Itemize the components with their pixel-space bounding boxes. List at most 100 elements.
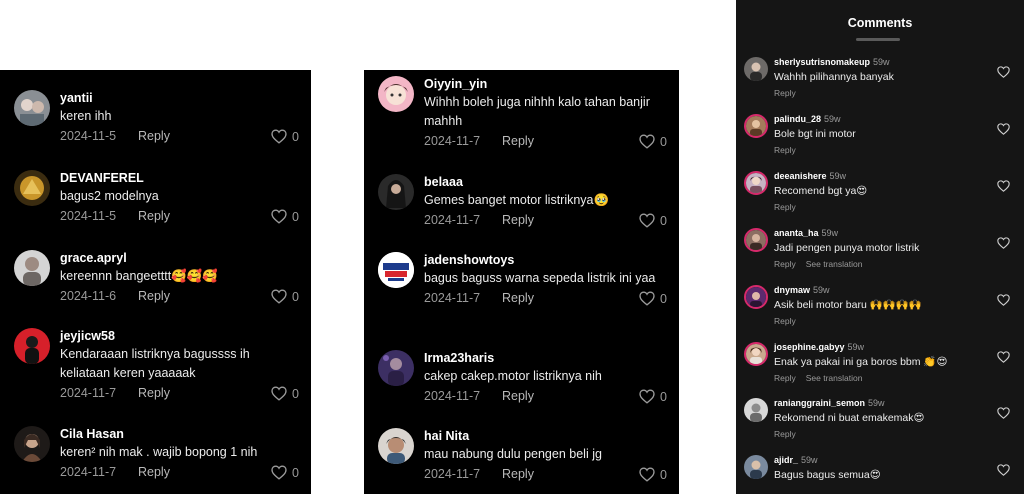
user-avatar[interactable]: [744, 455, 768, 479]
comment-text: Asik beli motor baru 🙌🙌🙌🙌: [774, 299, 922, 311]
reply-button[interactable]: Reply: [502, 389, 534, 403]
reply-button[interactable]: Reply: [138, 209, 170, 223]
reply-button[interactable]: Reply: [502, 213, 534, 227]
comment-username[interactable]: yantii: [60, 90, 299, 106]
comment-username[interactable]: jadenshowtoys: [424, 252, 667, 268]
comment-username[interactable]: sherlysutrisnomakeup: [774, 57, 870, 67]
comment-time: 59w: [801, 455, 818, 465]
comment-username[interactable]: DEVANFEREL: [60, 170, 299, 186]
comment-username[interactable]: Oiyyin_yin: [424, 76, 667, 92]
comment-date: 2024-11-5: [60, 129, 117, 143]
comment-date: 2024-11-7: [424, 291, 481, 305]
comment-text: Bole bgt ini motor: [774, 128, 856, 140]
comment-text: Recomend bgt ya😍: [774, 185, 868, 197]
heart-icon[interactable]: [997, 123, 1010, 135]
comment-username[interactable]: belaaa: [424, 174, 667, 190]
reply-button[interactable]: Reply: [502, 467, 534, 481]
user-avatar[interactable]: [744, 398, 768, 422]
like-button[interactable]: 0: [271, 289, 299, 304]
comment-username[interactable]: palindu_28: [774, 114, 821, 124]
user-avatar[interactable]: [378, 428, 414, 464]
see-translation-link[interactable]: See translation: [806, 373, 863, 383]
heart-icon[interactable]: [997, 407, 1010, 419]
comment-date: 2024-11-5: [60, 209, 117, 223]
heart-icon[interactable]: [997, 180, 1010, 192]
like-button[interactable]: 0: [639, 389, 667, 404]
comment-username[interactable]: grace.apryl: [60, 250, 299, 266]
comment-date: 2024-11-7: [424, 389, 481, 403]
reply-button[interactable]: Reply: [138, 465, 170, 479]
comment-username[interactable]: ranianggraini_semon: [774, 398, 865, 408]
comment-text: keren ihh: [60, 109, 112, 123]
comment-text: kereennn bangeetttt🥰🥰🥰: [60, 269, 218, 283]
user-avatar[interactable]: [744, 342, 768, 366]
reply-button[interactable]: Reply: [774, 88, 796, 98]
heart-icon: [639, 291, 655, 306]
like-button[interactable]: 0: [271, 386, 299, 401]
reply-button[interactable]: Reply: [774, 373, 796, 383]
like-count: 0: [660, 291, 667, 306]
reply-button[interactable]: Reply: [774, 202, 796, 212]
user-avatar[interactable]: [378, 252, 414, 288]
heart-icon: [271, 386, 287, 401]
like-count: 0: [292, 129, 299, 144]
heart-icon: [639, 213, 655, 228]
comment-username[interactable]: hai Nita: [424, 428, 667, 444]
reply-button[interactable]: Reply: [774, 316, 796, 326]
comment-username[interactable]: deeanishere: [774, 171, 827, 181]
comment-text: Gemes banget motor listriknya🥹: [424, 193, 610, 207]
comment-text: bagus baguss warna sepeda listrik ini ya…: [424, 271, 656, 285]
user-avatar[interactable]: [744, 57, 768, 81]
user-avatar[interactable]: [14, 426, 50, 462]
comment-username[interactable]: josephine.gabyy: [774, 342, 845, 352]
like-button[interactable]: 0: [639, 291, 667, 306]
reply-button[interactable]: Reply: [138, 386, 170, 400]
like-button[interactable]: 0: [271, 209, 299, 224]
user-avatar[interactable]: [744, 228, 768, 252]
user-avatar[interactable]: [14, 250, 50, 286]
like-button[interactable]: 0: [639, 467, 667, 482]
reply-button[interactable]: Reply: [774, 259, 796, 269]
scroll-handle[interactable]: [856, 38, 900, 41]
comment-username[interactable]: jeyjicw58: [60, 328, 299, 344]
heart-icon[interactable]: [997, 294, 1010, 306]
user-avatar[interactable]: [14, 90, 50, 126]
heart-icon: [271, 209, 287, 224]
user-avatar[interactable]: [744, 285, 768, 309]
user-avatar[interactable]: [14, 170, 50, 206]
reply-button[interactable]: Reply: [502, 134, 534, 148]
heart-icon[interactable]: [997, 66, 1010, 78]
comment-date: 2024-11-7: [60, 386, 117, 400]
heart-icon[interactable]: [997, 464, 1010, 476]
comment-username[interactable]: Irma23haris: [424, 350, 667, 366]
like-button[interactable]: 0: [271, 465, 299, 480]
comment-time: 59w: [868, 398, 885, 408]
user-avatar[interactable]: [378, 174, 414, 210]
reply-button[interactable]: Reply: [138, 129, 170, 143]
user-avatar[interactable]: [744, 171, 768, 195]
comment-text: cakep cakep.motor listriknya nih: [424, 369, 602, 383]
comment-time: 59w: [847, 342, 865, 352]
reply-button[interactable]: Reply: [774, 145, 796, 155]
reply-button[interactable]: Reply: [774, 429, 796, 439]
see-translation-link[interactable]: See translation: [806, 259, 863, 269]
reply-button[interactable]: Reply: [138, 289, 170, 303]
user-avatar[interactable]: [744, 114, 768, 138]
user-avatar[interactable]: [378, 350, 414, 386]
like-button[interactable]: 0: [639, 213, 667, 228]
comment-username[interactable]: ananta_ha: [774, 228, 819, 238]
user-avatar[interactable]: [378, 76, 414, 112]
comment-text: bagus2 modelnya: [60, 189, 159, 203]
reply-button[interactable]: Reply: [502, 291, 534, 305]
comment-username[interactable]: dnymaw: [774, 285, 810, 295]
comment-username[interactable]: Cila Hasan: [60, 426, 299, 442]
like-button[interactable]: 0: [639, 134, 667, 149]
heart-icon[interactable]: [997, 351, 1010, 363]
comment-text: Jadi pengen punya motor listrik: [774, 242, 920, 254]
comment-text: Wihhh boleh juga nihhh kalo tahan banjir…: [424, 95, 650, 128]
comment-date: 2024-11-7: [424, 213, 481, 227]
user-avatar[interactable]: [14, 328, 50, 364]
like-button[interactable]: 0: [271, 129, 299, 144]
heart-icon[interactable]: [997, 237, 1010, 249]
comment-username[interactable]: ajidr_: [774, 455, 798, 465]
